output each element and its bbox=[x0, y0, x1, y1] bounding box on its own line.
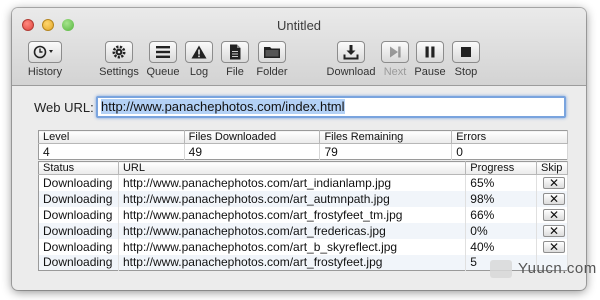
download-icon bbox=[343, 45, 359, 60]
row-progress: 40% bbox=[465, 238, 538, 255]
row-url: http://www.panachephotos.com/art_autmnpa… bbox=[118, 190, 467, 207]
document-icon bbox=[230, 44, 241, 60]
toolbar-area: Untitled History Settings Queue Log File… bbox=[12, 8, 586, 86]
folder-icon bbox=[264, 47, 280, 58]
stats-table: Level Files Downloaded Files Remaining E… bbox=[38, 130, 568, 160]
skip-button[interactable]: ✕ bbox=[543, 176, 566, 189]
skip-button[interactable]: ✕ bbox=[543, 240, 566, 253]
row-status: Downloading bbox=[38, 190, 119, 207]
row-status: Downloading bbox=[38, 254, 119, 271]
column-header-skip[interactable]: Skip bbox=[536, 161, 568, 175]
row-url: http://www.panachephotos.com/art_frostyf… bbox=[118, 206, 467, 223]
app-window: Untitled History Settings Queue Log File… bbox=[12, 8, 586, 290]
row-url: http://www.panachephotos.com/art_frostyf… bbox=[118, 254, 467, 271]
list-icon bbox=[156, 46, 170, 58]
skip-button[interactable]: ✕ bbox=[543, 208, 566, 221]
row-status: Downloading bbox=[38, 238, 119, 255]
column-header-progress[interactable]: Progress bbox=[465, 161, 538, 175]
warning-icon bbox=[191, 45, 207, 59]
stats-row: 4 49 79 0 bbox=[38, 143, 568, 160]
table-row[interactable]: Downloading http://www.panachephotos.com… bbox=[38, 206, 568, 223]
url-row: Web URL: http://www.panachephotos.com/in… bbox=[34, 96, 574, 120]
column-header-status[interactable]: Status bbox=[38, 161, 119, 175]
row-status: Downloading bbox=[38, 222, 119, 239]
watermark: Yuucn.com bbox=[490, 258, 596, 282]
errors-value: 0 bbox=[451, 143, 568, 160]
web-url-input[interactable]: http://www.panachephotos.com/index.html bbox=[96, 96, 566, 118]
history-button[interactable]: History bbox=[18, 41, 72, 81]
watermark-logo bbox=[490, 260, 512, 278]
next-icon bbox=[390, 46, 401, 58]
column-header-errors[interactable]: Errors bbox=[451, 130, 568, 144]
column-header-files-downloaded[interactable]: Files Downloaded bbox=[184, 130, 321, 144]
row-url: http://www.panachephotos.com/art_indianl… bbox=[118, 174, 467, 191]
row-progress: 98% bbox=[465, 190, 538, 207]
table-row[interactable]: Downloading http://www.panachephotos.com… bbox=[38, 174, 568, 191]
stop-icon bbox=[461, 47, 471, 57]
files-downloaded-value: 49 bbox=[184, 143, 321, 160]
watermark-text: Yuucn.com bbox=[518, 260, 597, 277]
pause-icon bbox=[425, 46, 435, 58]
files-remaining-value: 79 bbox=[319, 143, 453, 160]
row-status: Downloading bbox=[38, 206, 119, 223]
table-row[interactable]: Downloading http://www.panachephotos.com… bbox=[38, 238, 568, 255]
row-progress: 65% bbox=[465, 174, 538, 191]
level-value: 4 bbox=[38, 143, 185, 160]
row-progress: 0% bbox=[465, 222, 538, 239]
row-url: http://www.panachephotos.com/art_b_skyre… bbox=[118, 238, 467, 255]
skip-button[interactable]: ✕ bbox=[543, 224, 566, 237]
web-url-label: Web URL: bbox=[34, 100, 94, 115]
stop-button[interactable]: Stop bbox=[439, 41, 493, 81]
window-title: Untitled bbox=[276, 18, 322, 33]
table-row[interactable]: Downloading http://www.panachephotos.com… bbox=[38, 222, 568, 239]
skip-button[interactable]: ✕ bbox=[543, 192, 566, 205]
column-header-files-remaining[interactable]: Files Remaining bbox=[319, 130, 453, 144]
row-url: http://www.panachephotos.com/art_frederi… bbox=[118, 222, 467, 239]
table-row[interactable]: Downloading http://www.panachephotos.com… bbox=[38, 190, 568, 207]
table-row[interactable]: Downloading http://www.panachephotos.com… bbox=[38, 254, 568, 271]
row-status: Downloading bbox=[38, 174, 119, 191]
folder-button[interactable]: Folder bbox=[245, 41, 299, 81]
gear-icon bbox=[112, 45, 126, 59]
column-header-url[interactable]: URL bbox=[118, 161, 467, 175]
column-header-level[interactable]: Level bbox=[38, 130, 185, 144]
row-progress: 66% bbox=[465, 206, 538, 223]
clock-icon bbox=[33, 45, 53, 59]
downloads-table: Status URL Progress Skip Downloading htt… bbox=[38, 161, 568, 271]
